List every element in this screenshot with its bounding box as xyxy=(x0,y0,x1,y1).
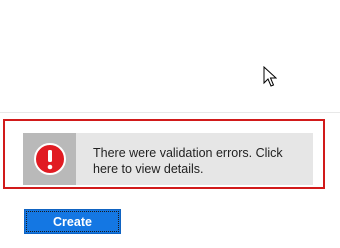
error-icon-container xyxy=(23,133,76,185)
portal-blade: There were validation errors. Click here… xyxy=(0,0,340,248)
error-exclamation-icon xyxy=(33,143,66,175)
mouse-pointer-icon xyxy=(263,66,277,87)
validation-error-banner[interactable]: There were validation errors. Click here… xyxy=(23,133,313,185)
validation-error-message[interactable]: There were validation errors. Click here… xyxy=(76,133,313,185)
section-divider xyxy=(0,112,340,113)
create-button[interactable]: Create xyxy=(24,209,121,234)
